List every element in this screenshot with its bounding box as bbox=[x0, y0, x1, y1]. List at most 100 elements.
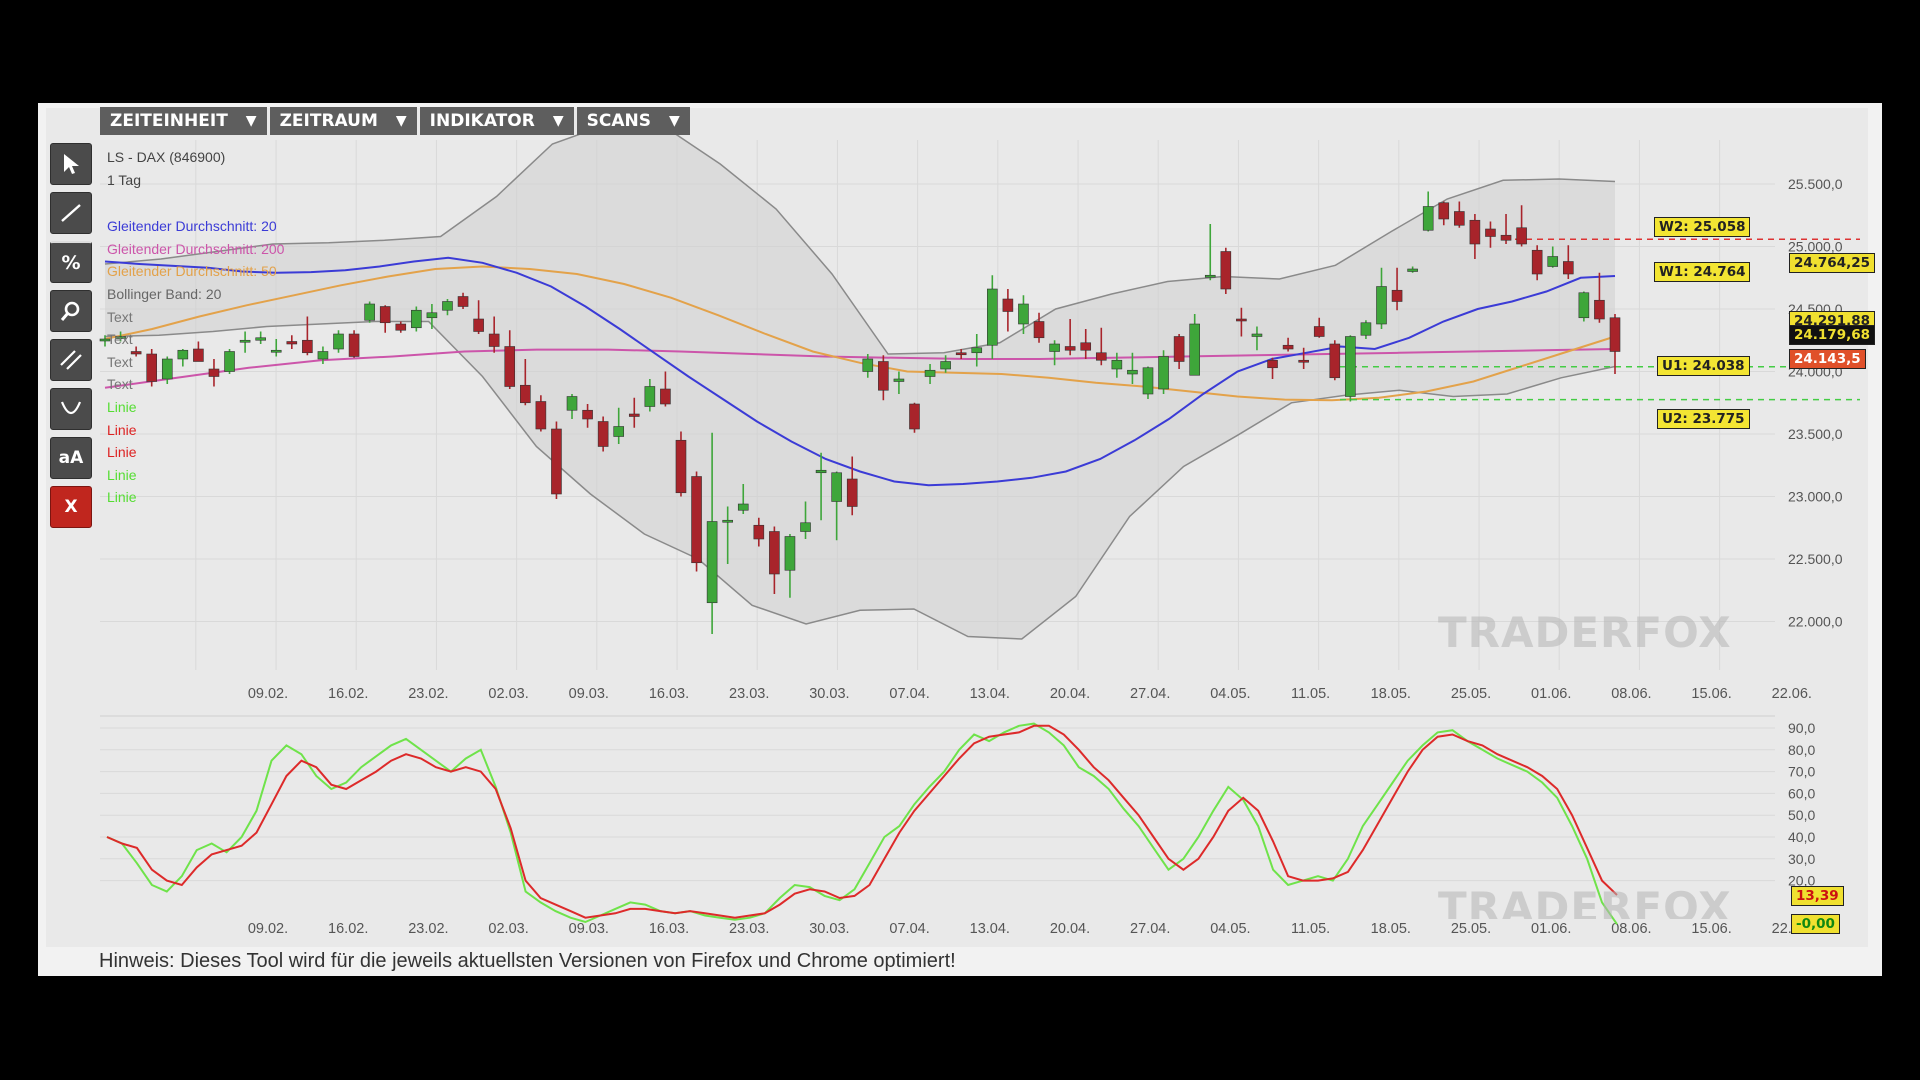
candle-body bbox=[504, 346, 516, 387]
candle-body bbox=[1282, 344, 1294, 350]
candle bbox=[1345, 335, 1356, 402]
stoch-x-tick-label: 23.02. bbox=[408, 921, 448, 937]
legend-entry[interactable]: Text bbox=[107, 328, 284, 351]
bollinger-band-fill bbox=[105, 124, 1615, 639]
select-tool-button[interactable] bbox=[50, 143, 92, 185]
candle-body bbox=[706, 521, 718, 604]
candle-body bbox=[971, 347, 983, 354]
candle-body bbox=[1376, 286, 1387, 325]
arc-icon bbox=[58, 396, 84, 422]
candle bbox=[691, 471, 702, 572]
legend-entry[interactable]: Linie bbox=[107, 441, 284, 464]
legend-entry[interactable]: Linie bbox=[107, 486, 284, 509]
candle bbox=[286, 335, 298, 349]
channel-tool-button[interactable] bbox=[50, 339, 92, 381]
legend-entry[interactable]: Linie bbox=[107, 419, 284, 442]
percent-tool-button[interactable]: % bbox=[50, 241, 92, 283]
stoch-x-tick-label: 23.03. bbox=[729, 921, 769, 937]
legend-entry[interactable]: Gleitender Durchschnitt: 200 bbox=[107, 238, 284, 261]
candle bbox=[348, 330, 360, 358]
x-tick-label: 13.04. bbox=[970, 686, 1010, 702]
candle-body bbox=[613, 426, 625, 437]
instrument-label: LS - DAX (846900) bbox=[107, 149, 226, 165]
candle-body bbox=[691, 476, 702, 564]
period-label: 1 Tag bbox=[107, 171, 141, 188]
candle-body bbox=[1578, 292, 1590, 319]
candle-body bbox=[1142, 367, 1154, 395]
legend-entry[interactable]: Linie bbox=[107, 396, 284, 419]
candle-body bbox=[1236, 318, 1247, 322]
price-tag: 24.143,5 bbox=[1789, 349, 1866, 369]
price-tag: 24.764,25 bbox=[1789, 253, 1876, 273]
candle-body bbox=[1033, 321, 1045, 339]
stoch-y-tick-label: 40,0 bbox=[1788, 829, 1815, 845]
x-tick-label: 27.04. bbox=[1130, 686, 1170, 702]
footer-hint: Hinweis: Dieses Tool wird für die jeweil… bbox=[99, 950, 956, 972]
stoch-y-tick-label: 60,0 bbox=[1788, 785, 1815, 801]
candle-body bbox=[1547, 256, 1559, 267]
candle-body bbox=[348, 333, 360, 357]
menu-zeitraum[interactable]: ZEITRAUM ▼ bbox=[269, 107, 417, 135]
candle-body bbox=[784, 536, 796, 571]
candle-body bbox=[722, 519, 733, 523]
menu-indikator[interactable]: INDIKATOR ▼ bbox=[419, 107, 574, 135]
stoch-x-tick-label: 01.06. bbox=[1531, 921, 1571, 937]
stoch-x-tick-label: 16.02. bbox=[328, 921, 368, 937]
candle-body bbox=[862, 358, 874, 372]
candle bbox=[1329, 340, 1341, 381]
menu-zeiteinheit[interactable]: ZEITEINHEIT ▼ bbox=[100, 107, 267, 135]
candle-body bbox=[488, 333, 500, 347]
stoch-y-tick-label: 50,0 bbox=[1788, 807, 1815, 823]
menu-label: INDIKATOR bbox=[429, 111, 535, 131]
delete-tool-button[interactable]: X bbox=[50, 486, 92, 528]
menu-bar: ZEITEINHEIT ▼ ZEITRAUM ▼ INDIKATOR ▼ SCANS ▼ bbox=[100, 107, 693, 135]
candle bbox=[1220, 247, 1232, 294]
y-tick-label: 23.500,0 bbox=[1788, 426, 1843, 442]
legend-entry[interactable]: Text bbox=[107, 373, 284, 396]
text-size-icon: aA bbox=[58, 448, 84, 468]
candle bbox=[1142, 366, 1154, 399]
stoch-y-tick-label: 90,0 bbox=[1788, 720, 1815, 736]
candle-body bbox=[878, 361, 889, 391]
candle-body bbox=[1360, 322, 1372, 336]
candle-body bbox=[909, 403, 920, 430]
stoch-x-tick-label: 15.06. bbox=[1691, 921, 1731, 937]
candle-body bbox=[1407, 268, 1418, 272]
x-tick-label: 30.03. bbox=[809, 686, 849, 702]
stoch-x-tick-label: 09.03. bbox=[569, 921, 609, 937]
candle-body bbox=[582, 409, 593, 420]
chart-legend: LS - DAX (846900) 1 Tag Gleitender Durch… bbox=[107, 146, 284, 509]
line-tool-button[interactable] bbox=[50, 192, 92, 234]
candle-body bbox=[924, 369, 936, 377]
menu-label: SCANS bbox=[586, 111, 651, 131]
candle-body bbox=[987, 288, 998, 346]
candle bbox=[551, 421, 562, 499]
stoch-grid bbox=[100, 727, 1775, 882]
candle-body bbox=[1594, 299, 1605, 320]
candle-body bbox=[1313, 326, 1325, 337]
text-tool-button[interactable]: aA bbox=[50, 437, 92, 479]
legend-entry[interactable]: Text bbox=[107, 306, 284, 329]
x-tick-label: 04.05. bbox=[1210, 686, 1250, 702]
x-tick-label: 02.03. bbox=[488, 686, 528, 702]
line-icon bbox=[58, 200, 84, 226]
candle-body bbox=[1485, 228, 1496, 237]
stoch-value-tag: 13,39 bbox=[1791, 886, 1844, 906]
legend-entry[interactable]: Gleitender Durchschnitt: 50 bbox=[107, 260, 284, 283]
legend-entry[interactable]: Gleitender Durchschnitt: 20 bbox=[107, 215, 284, 238]
candle bbox=[1578, 291, 1590, 322]
stoch-k-line bbox=[106, 722, 1618, 925]
legend-entry[interactable]: Bollinger Band: 20 bbox=[107, 283, 284, 306]
candle-body bbox=[1562, 261, 1574, 275]
stoch-d-line bbox=[106, 724, 1618, 919]
menu-scans[interactable]: SCANS ▼ bbox=[576, 107, 690, 135]
candle-body bbox=[660, 388, 671, 405]
candle-body bbox=[551, 428, 562, 495]
candle-body bbox=[1080, 342, 1092, 351]
x-tick-label: 11.05. bbox=[1291, 686, 1330, 702]
zoom-tool-button[interactable] bbox=[50, 290, 92, 332]
legend-entry[interactable]: Text bbox=[107, 351, 284, 374]
arc-tool-button[interactable] bbox=[50, 388, 92, 430]
legend-entry[interactable]: Linie bbox=[107, 464, 284, 487]
price-tag: 24.179,68 bbox=[1789, 325, 1876, 345]
